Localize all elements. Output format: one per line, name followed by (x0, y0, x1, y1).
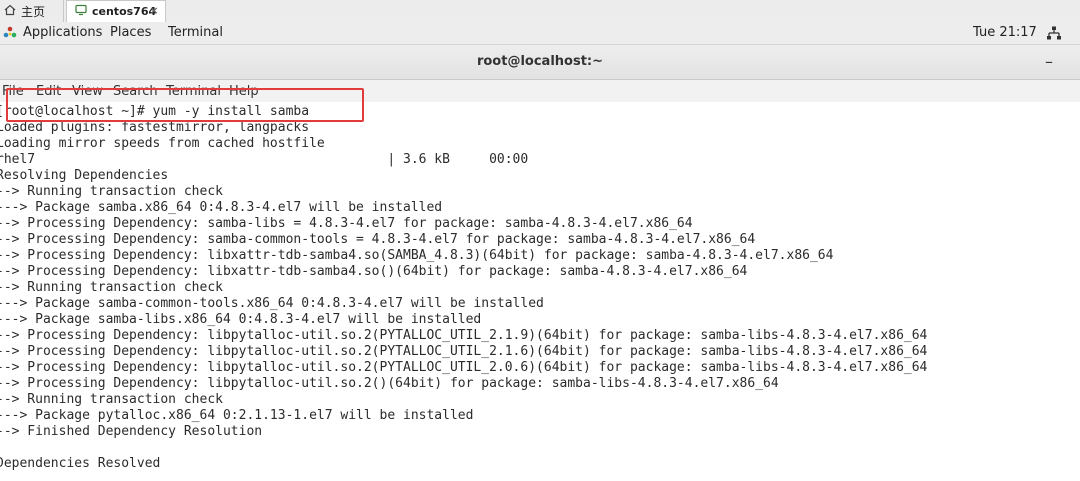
terminal-line: rhel7 | 3.6 kB 00:00 (0, 152, 529, 167)
network-icon[interactable] (1046, 25, 1062, 41)
terminal-line: ---> Package samba-libs.x86_64 0:4.8.3-4… (0, 312, 482, 327)
gnome-top-bar: Applications Places Terminal Tue 21:17 (0, 22, 1080, 45)
applications-icon (3, 26, 17, 40)
minimize-button[interactable]: – (1040, 54, 1058, 73)
terminal-line: Loading mirror speeds from cached hostfi… (0, 136, 325, 151)
terminal-line: --> Processing Dependency: libpytalloc-u… (0, 360, 928, 375)
window-title: root@localhost:~ (476, 54, 604, 69)
terminal-line: ---> Package samba.x86_64 0:4.8.3-4.el7 … (0, 200, 443, 215)
terminal-line: ---> Package samba-common-tools.x86_64 0… (0, 296, 544, 311)
terminal-line: Dependencies Resolved (0, 456, 161, 471)
terminal-line: --> Processing Dependency: samba-common-… (0, 232, 756, 247)
terminal-line: --> Finished Dependency Resolution (0, 424, 263, 439)
terminal-line: Resolving Dependencies (0, 168, 169, 183)
places-menu[interactable]: Places (110, 22, 151, 44)
terminal-line: --> Processing Dependency: libpytalloc-u… (0, 328, 928, 343)
terminal-line: Loaded plugins: fastestmirror, langpacks (0, 120, 310, 135)
terminal-line: --> Processing Dependency: libxattr-tdb-… (0, 264, 748, 279)
terminal-line: --> Processing Dependency: libpytalloc-u… (0, 376, 779, 391)
applications-menu[interactable]: Applications (23, 22, 102, 44)
home-tab[interactable]: 主页 (0, 0, 64, 22)
terminal-line: --> Running transaction check (0, 280, 223, 295)
terminal-line: --> Running transaction check (0, 184, 223, 199)
terminal-app-menu[interactable]: Terminal (168, 22, 223, 44)
vm-tab-centos764[interactable]: centos764 × (66, 0, 166, 22)
home-icon (4, 4, 16, 19)
vm-icon (75, 4, 87, 19)
terminal-line: --> Processing Dependency: samba-libs = … (0, 216, 693, 231)
terminal-line: --> Processing Dependency: libxattr-tdb-… (0, 248, 834, 263)
terminal-output[interactable]: [root@localhost ~]# yum -y install samba… (0, 102, 1080, 481)
vm-tab-bar: 主页 centos764 × (0, 0, 1080, 23)
terminal-line: --> Running transaction check (0, 392, 223, 407)
terminal-line: --> Processing Dependency: libpytalloc-u… (0, 344, 928, 359)
clock[interactable]: Tue 21:17 (973, 22, 1037, 44)
home-tab-label: 主页 (21, 4, 46, 19)
terminal-line: ---> Package pytalloc.x86_64 0:2.1.13-1.… (0, 408, 474, 423)
command-highlight-box (6, 88, 364, 122)
terminal-titlebar[interactable]: root@localhost:~ – (0, 45, 1080, 80)
close-icon[interactable]: × (147, 4, 161, 18)
